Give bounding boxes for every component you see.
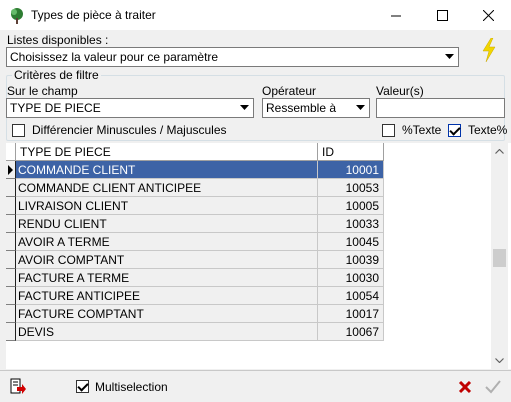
filter-group-title: Critères de filtre xyxy=(12,68,101,82)
cell-type[interactable]: RENDU CLIENT xyxy=(16,215,318,233)
grid-scrollbar[interactable] xyxy=(491,143,508,369)
table-row[interactable]: FACTURE ANTICIPEE 10054 xyxy=(6,287,384,305)
row-pointer-icon xyxy=(8,165,13,175)
cell-id[interactable]: 10005 xyxy=(318,197,384,215)
minimize-icon xyxy=(390,15,401,17)
row-indicator[interactable] xyxy=(6,161,16,179)
grid-corner xyxy=(6,143,16,161)
row-indicator[interactable] xyxy=(6,269,16,287)
lists-dropdown-value: Choisissez la valeur pour ce paramètre xyxy=(10,50,219,64)
field-label: Sur le champ xyxy=(7,84,78,98)
text-pct-checkbox[interactable] xyxy=(448,124,461,137)
chevron-down-icon[interactable] xyxy=(352,99,369,117)
table-row[interactable]: COMMANDE CLIENT 10001 xyxy=(6,161,384,179)
table-row[interactable]: RENDU CLIENT 10033 xyxy=(6,215,384,233)
cell-id[interactable]: 10033 xyxy=(318,215,384,233)
window-title: Types de pièce à traiter xyxy=(31,8,156,22)
row-indicator[interactable] xyxy=(6,233,16,251)
multiselection-label: Multiselection xyxy=(95,380,168,394)
cancel-x-icon xyxy=(458,380,472,394)
cell-type[interactable]: AVOIR COMPTANT xyxy=(16,251,318,269)
check-icon xyxy=(485,380,501,394)
row-indicator[interactable] xyxy=(6,197,16,215)
field-dropdown-value: TYPE DE PIECE xyxy=(10,101,101,115)
chevron-up-icon xyxy=(495,149,504,154)
cell-type[interactable]: FACTURE COMPTANT xyxy=(16,305,318,323)
maximize-button[interactable] xyxy=(419,0,465,31)
scroll-thumb[interactable] xyxy=(493,249,506,267)
cell-id[interactable]: 10017 xyxy=(318,305,384,323)
pct-text-checkbox[interactable] xyxy=(382,124,395,137)
table-row[interactable]: FACTURE COMPTANT 10017 xyxy=(6,305,384,323)
column-header-id[interactable]: ID xyxy=(318,143,384,161)
text-pct-label: Texte% xyxy=(468,123,508,137)
cell-id[interactable]: 10039 xyxy=(318,251,384,269)
bottom-toolbar: Multiselection xyxy=(0,370,511,402)
operator-dropdown-value: Ressemble à xyxy=(266,101,337,115)
scroll-down-button[interactable] xyxy=(491,352,508,369)
chevron-down-icon[interactable] xyxy=(236,99,253,117)
title-bar: Types de pièce à traiter xyxy=(0,0,511,31)
lightning-icon[interactable] xyxy=(481,38,497,62)
value-label: Valeur(s) xyxy=(376,84,424,98)
multiselection-checkbox[interactable] xyxy=(76,380,89,393)
cell-type[interactable]: COMMANDE CLIENT ANTICIPEE xyxy=(16,179,318,197)
chevron-down-icon[interactable] xyxy=(441,48,458,66)
close-icon xyxy=(482,10,494,21)
operator-dropdown[interactable]: Ressemble à xyxy=(262,98,370,118)
row-indicator[interactable] xyxy=(6,305,16,323)
row-indicator[interactable] xyxy=(6,215,16,233)
row-indicator[interactable] xyxy=(6,287,16,305)
export-button[interactable] xyxy=(6,374,30,400)
table-row[interactable]: DEVIS 10067 xyxy=(6,323,384,341)
cell-id[interactable]: 10053 xyxy=(318,179,384,197)
lists-dropdown[interactable]: Choisissez la valeur pour ce paramètre xyxy=(6,47,459,67)
validate-button[interactable] xyxy=(481,374,505,400)
cell-id[interactable]: 10067 xyxy=(318,323,384,341)
operator-label: Opérateur xyxy=(262,84,317,98)
minimize-button[interactable] xyxy=(373,0,419,31)
cell-type[interactable]: AVOIR A TERME xyxy=(16,233,318,251)
lists-label: Listes disponibles : xyxy=(7,33,109,47)
close-button[interactable] xyxy=(465,0,511,31)
case-sensitive-checkbox[interactable] xyxy=(12,124,25,137)
cell-id[interactable]: 10001 xyxy=(318,161,384,179)
table-row[interactable]: LIVRAISON CLIENT 10005 xyxy=(6,197,384,215)
table-row[interactable]: FACTURE A TERME 10030 xyxy=(6,269,384,287)
case-sensitive-label: Différencier Minuscules / Majuscules xyxy=(32,123,227,137)
cell-type[interactable]: FACTURE A TERME xyxy=(16,269,318,287)
cell-type[interactable]: LIVRAISON CLIENT xyxy=(16,197,318,215)
maximize-icon xyxy=(436,10,448,21)
chevron-down-icon xyxy=(495,358,504,363)
cell-type[interactable]: FACTURE ANTICIPEE xyxy=(16,287,318,305)
table-row[interactable]: AVOIR COMPTANT 10039 xyxy=(6,251,384,269)
row-indicator[interactable] xyxy=(6,179,16,197)
cell-id[interactable]: 10030 xyxy=(318,269,384,287)
cell-type[interactable]: DEVIS xyxy=(16,323,318,341)
scroll-up-button[interactable] xyxy=(491,143,508,160)
table-row[interactable]: COMMANDE CLIENT ANTICIPEE 10053 xyxy=(6,179,384,197)
table-row[interactable]: AVOIR A TERME 10045 xyxy=(6,233,384,251)
pct-text-label: %Texte xyxy=(402,123,442,137)
results-grid[interactable]: TYPE DE PIECE ID COMMANDE CLIENT 10001 COM… xyxy=(6,143,511,369)
field-dropdown[interactable]: TYPE DE PIECE xyxy=(6,98,254,118)
cell-id[interactable]: 10045 xyxy=(318,233,384,251)
cancel-button[interactable] xyxy=(453,374,477,400)
row-indicator[interactable] xyxy=(6,323,16,341)
row-indicator[interactable] xyxy=(6,251,16,269)
value-input[interactable] xyxy=(376,98,505,118)
app-tree-icon xyxy=(11,8,23,24)
column-header-type[interactable]: TYPE DE PIECE xyxy=(16,143,318,161)
cell-type[interactable]: COMMANDE CLIENT xyxy=(16,161,318,179)
cell-id[interactable]: 10054 xyxy=(318,287,384,305)
export-icon xyxy=(10,378,26,394)
